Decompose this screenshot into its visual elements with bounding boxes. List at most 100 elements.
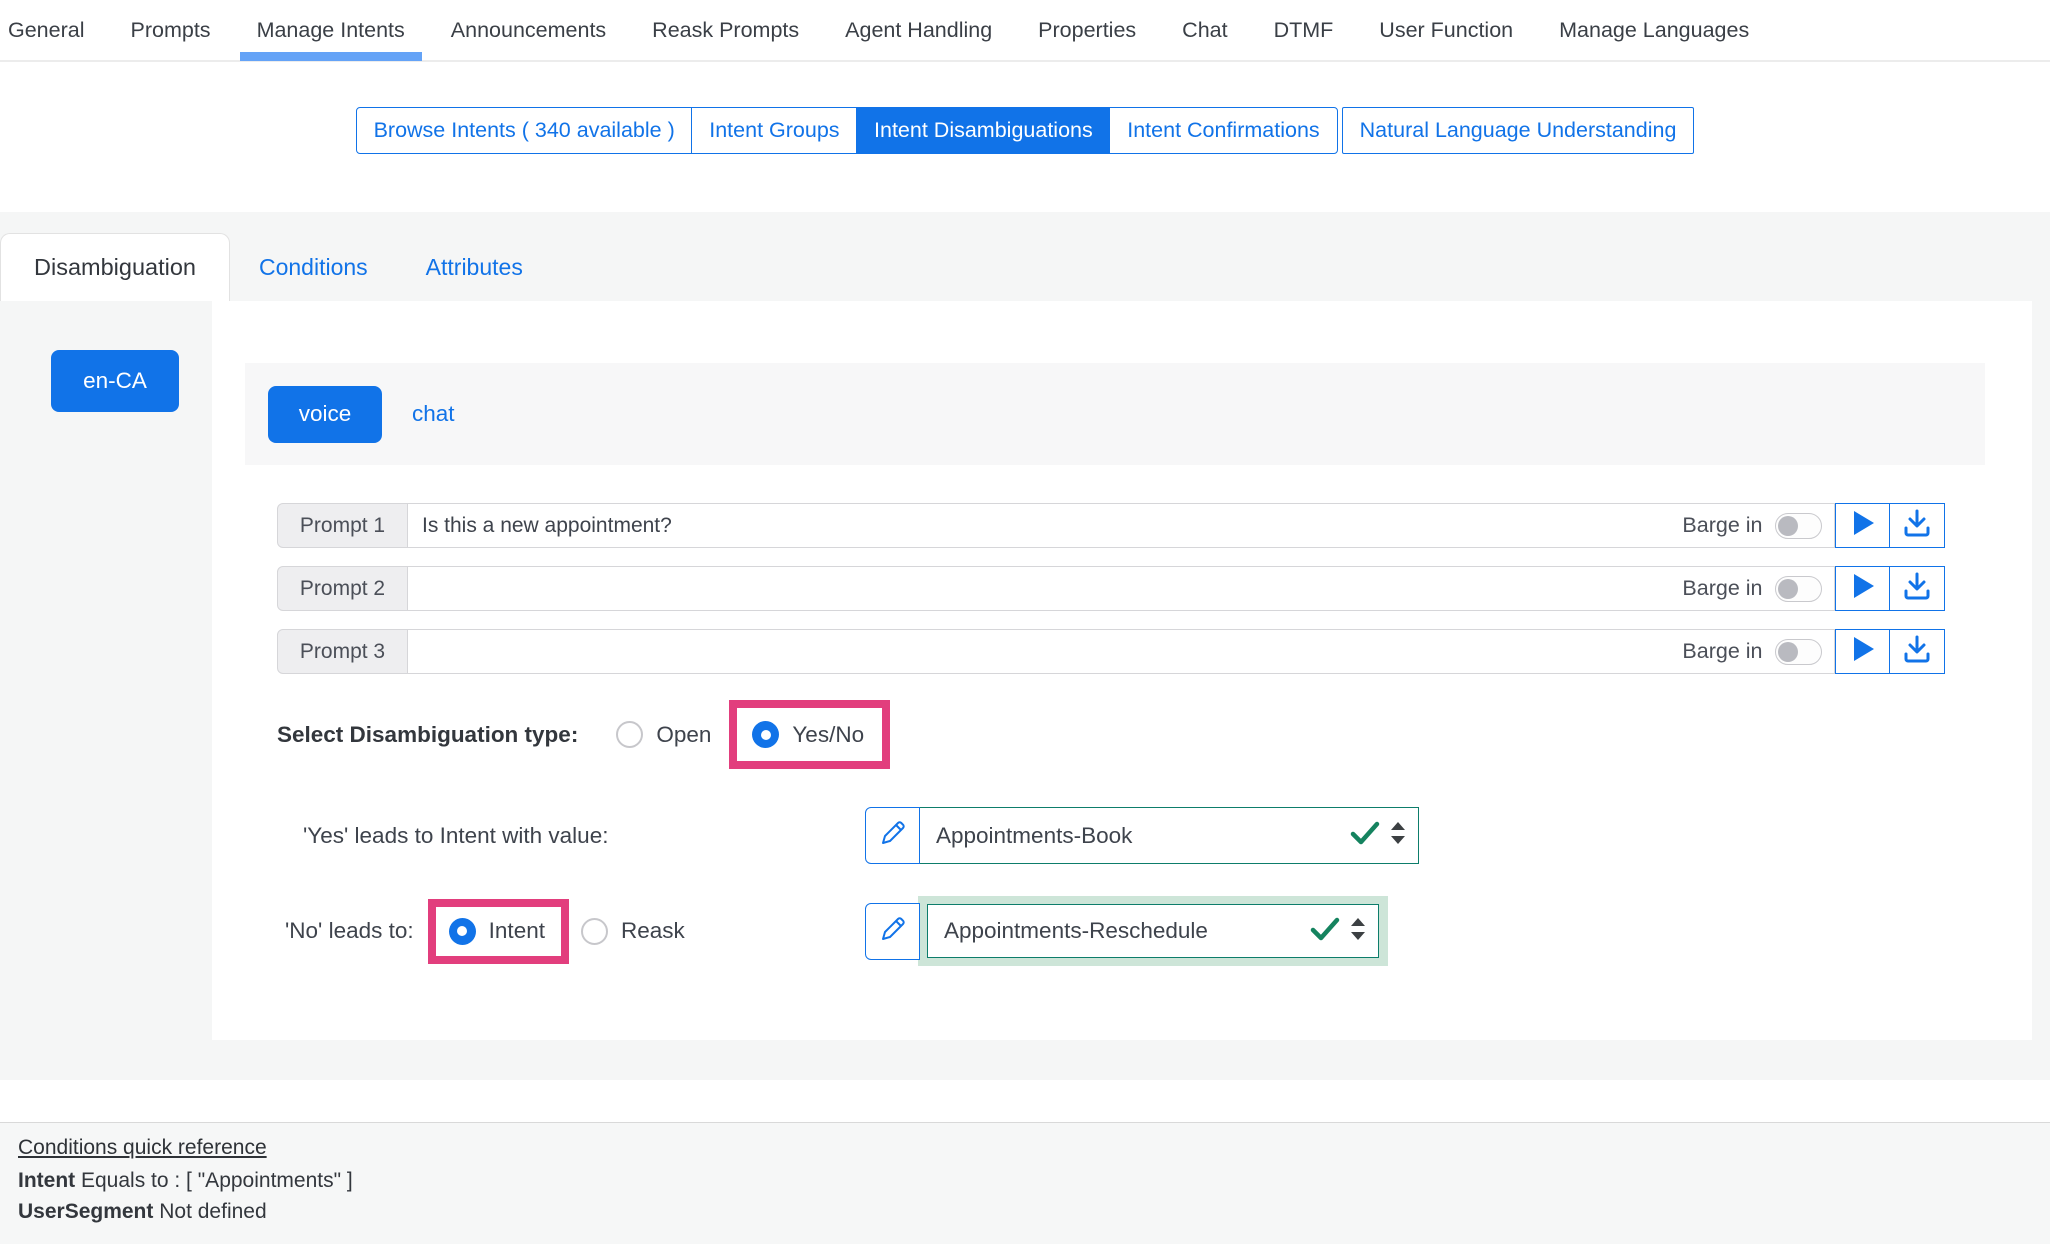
no-intent-value: Appointments-Reschedule xyxy=(944,918,1310,944)
barge-in-toggle[interactable] xyxy=(1775,576,1822,602)
download-icon xyxy=(1903,572,1931,605)
no-intent-highlight: Appointments-Reschedule xyxy=(918,896,1388,966)
nav-item-agent-handling[interactable]: Agent Handling xyxy=(822,1,1015,59)
intent-condition-line: Intent Equals to : [ "Appointments" ] xyxy=(18,1169,2050,1193)
yes-leads-to-row: 'Yes' leads to Intent with value: Appoin… xyxy=(303,807,1985,864)
channel-chat-link[interactable]: chat xyxy=(412,401,455,427)
yes-intent-select[interactable]: Appointments-Book xyxy=(919,807,1419,864)
play-prompt-button[interactable] xyxy=(1835,629,1891,674)
nav-item-manage-languages[interactable]: Manage Languages xyxy=(1536,1,1772,59)
subtab-intent-disambiguations[interactable]: Intent Disambiguations xyxy=(856,107,1111,154)
yes-leads-to-label: 'Yes' leads to Intent with value: xyxy=(303,823,865,849)
nav-item-chat[interactable]: Chat xyxy=(1159,1,1250,59)
prompt-2-input-wrap: Barge in xyxy=(408,566,1835,611)
nav-item-general[interactable]: General xyxy=(0,1,108,59)
radio-open-label[interactable]: Open xyxy=(656,722,711,748)
barge-in-label: Barge in xyxy=(1682,639,1762,664)
download-icon xyxy=(1903,509,1931,542)
conditions-quick-reference-link[interactable]: Conditions quick reference xyxy=(18,1136,267,1160)
radio-reask-label[interactable]: Reask xyxy=(621,918,685,944)
language-sidebar: en-CA xyxy=(18,301,212,1040)
edit-no-intent-button[interactable] xyxy=(865,903,920,960)
prompt-row-2: Prompt 2 Barge in xyxy=(277,566,1945,611)
barge-in-toggle[interactable] xyxy=(1775,513,1822,539)
top-navigation: General Prompts Manage Intents Announcem… xyxy=(0,0,2050,62)
radio-yes-no[interactable] xyxy=(752,721,779,748)
nav-item-dtmf[interactable]: DTMF xyxy=(1251,1,1357,59)
prompt-2-label: Prompt 2 xyxy=(277,566,408,611)
radio-reask[interactable] xyxy=(581,918,608,945)
nav-item-announcements[interactable]: Announcements xyxy=(428,1,629,59)
no-intent-select[interactable]: Appointments-Reschedule xyxy=(927,904,1379,958)
no-intent-field: Appointments-Reschedule xyxy=(865,896,1388,966)
prompt-1-input-wrap: Barge in xyxy=(408,503,1835,548)
play-prompt-button[interactable] xyxy=(1835,566,1891,611)
disambiguation-type-row: Select Disambiguation type: Open Yes/No xyxy=(277,700,1985,769)
yes-intent-field: Appointments-Book xyxy=(865,807,1419,864)
subtab-natural-language-understanding[interactable]: Natural Language Understanding xyxy=(1342,107,1695,154)
prompt-3-barge-in: Barge in xyxy=(1682,639,1833,665)
usersegment-condition-value: Not defined xyxy=(159,1200,266,1223)
nav-item-properties[interactable]: Properties xyxy=(1015,1,1159,59)
edit-yes-intent-button[interactable] xyxy=(865,807,920,864)
select-arrows-icon xyxy=(1390,822,1406,849)
usersegment-condition-key: UserSegment xyxy=(18,1200,153,1223)
radio-open[interactable] xyxy=(616,721,643,748)
toggle-knob xyxy=(1778,642,1798,662)
tab-conditions[interactable]: Conditions xyxy=(230,233,397,301)
select-indicators xyxy=(1350,821,1406,850)
nav-item-prompts[interactable]: Prompts xyxy=(108,1,234,59)
intent-condition-value: Equals to : [ "Appointments" ] xyxy=(81,1169,353,1192)
download-icon xyxy=(1903,635,1931,668)
radio-yes-no-label[interactable]: Yes/No xyxy=(792,722,864,748)
download-prompt-button[interactable] xyxy=(1889,629,1945,674)
select-arrows-icon xyxy=(1350,918,1366,945)
radio-intent-label[interactable]: Intent xyxy=(489,918,545,944)
valid-check-icon xyxy=(1350,821,1380,850)
prompt-1-label: Prompt 1 xyxy=(277,503,408,548)
play-icon xyxy=(1851,510,1875,541)
subtab-browse-intents[interactable]: Browse Intents ( 340 available ) xyxy=(356,107,693,154)
download-prompt-button[interactable] xyxy=(1889,503,1945,548)
download-prompt-button[interactable] xyxy=(1889,566,1945,611)
prompt-1-input[interactable] xyxy=(408,504,1682,547)
nav-item-user-function[interactable]: User Function xyxy=(1356,1,1536,59)
pencil-icon xyxy=(880,820,906,851)
barge-in-label: Barge in xyxy=(1682,513,1762,538)
intents-subtab-bar: Browse Intents ( 340 available ) Intent … xyxy=(0,62,2050,212)
subtab-intent-confirmations[interactable]: Intent Confirmations xyxy=(1109,107,1337,154)
disambiguation-section: Disambiguation Conditions Attributes en-… xyxy=(0,212,2050,1080)
usersegment-condition-line: UserSegment Not defined xyxy=(18,1200,2050,1224)
play-icon xyxy=(1851,636,1875,667)
disambiguation-card: en-CA voice chat Prompt 1 Barge in xyxy=(18,301,2032,1040)
disambiguation-tab-bar: Disambiguation Conditions Attributes xyxy=(0,233,2050,301)
language-button-en-ca[interactable]: en-CA xyxy=(51,350,179,412)
prompt-3-input[interactable] xyxy=(408,630,1682,673)
play-prompt-button[interactable] xyxy=(1835,503,1891,548)
no-leads-to-options: 'No' leads to: Intent Reask xyxy=(285,899,865,964)
tab-attributes[interactable]: Attributes xyxy=(397,233,552,301)
reask-option: Reask xyxy=(581,918,685,945)
yes-intent-value: Appointments-Book xyxy=(936,823,1350,849)
disambiguation-content: voice chat Prompt 1 Barge in xyxy=(212,301,2032,1040)
subtab-intent-groups[interactable]: Intent Groups xyxy=(691,107,857,154)
prompt-3-input-wrap: Barge in xyxy=(408,629,1835,674)
barge-in-toggle[interactable] xyxy=(1775,639,1822,665)
tab-disambiguation[interactable]: Disambiguation xyxy=(0,233,230,301)
pencil-icon xyxy=(880,916,906,947)
select-indicators xyxy=(1310,917,1366,946)
toggle-knob xyxy=(1778,516,1798,536)
nav-item-manage-intents[interactable]: Manage Intents xyxy=(234,1,428,59)
intent-highlight-box: Intent xyxy=(428,899,569,964)
prompt-2-input[interactable] xyxy=(408,567,1682,610)
channel-banner: voice chat xyxy=(245,363,1985,465)
conditions-quick-reference: Conditions quick reference Intent Equals… xyxy=(0,1122,2050,1244)
radio-intent[interactable] xyxy=(449,918,476,945)
prompt-row-1: Prompt 1 Barge in xyxy=(277,503,1945,548)
channel-voice-button[interactable]: voice xyxy=(268,386,382,443)
yes-no-highlight-box: Yes/No xyxy=(729,700,890,769)
nav-item-reask-prompts[interactable]: Reask Prompts xyxy=(629,1,822,59)
prompt-row-3: Prompt 3 Barge in xyxy=(277,629,1945,674)
no-leads-to-label: 'No' leads to: xyxy=(285,918,414,944)
section-footer-gap xyxy=(0,1080,2050,1122)
